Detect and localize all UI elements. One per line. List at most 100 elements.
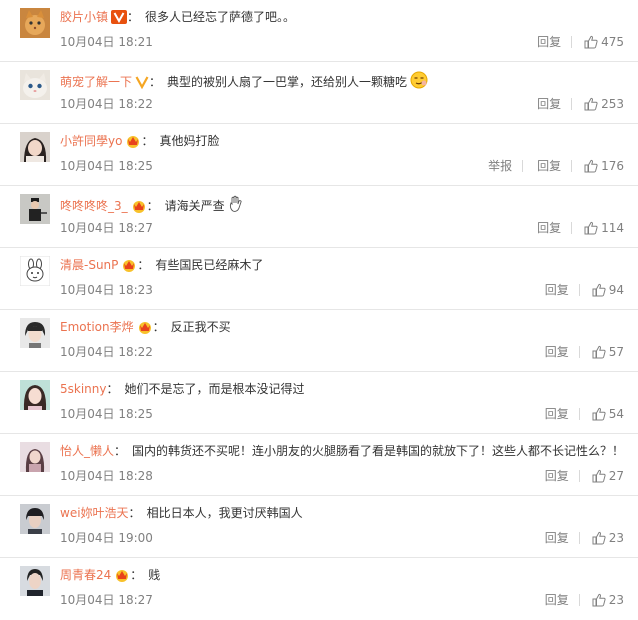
username[interactable]: Emotion李烨: [60, 320, 134, 334]
comment-text: 她们不是忘了，而是根本没记得过: [124, 382, 305, 396]
comment-text: 很多人已经忘了萨德了吧。。: [145, 10, 296, 24]
comment-text: 真他妈打脸: [159, 134, 220, 148]
thumbs-up-icon: [584, 35, 598, 49]
report-button[interactable]: 举报: [488, 158, 512, 174]
like-count: 176: [601, 159, 624, 173]
username[interactable]: 咚咚咚咚_3_: [60, 199, 128, 213]
comment-item: 萌宠了解一下：典型的被别人扇了一巴掌，还给别人一颗糖吃 10月04日 18:22…: [0, 62, 638, 124]
divider: [571, 98, 573, 110]
thumbs-up-icon: [592, 283, 606, 297]
like-button[interactable]: 23: [592, 530, 624, 546]
thumbs-up-icon: [592, 469, 606, 483]
like-button[interactable]: 94: [592, 282, 624, 298]
thumbs-up-icon: [592, 345, 606, 359]
divider: [578, 408, 580, 420]
comment-item: 周青春24：贱 10月04日 18:27 回复 23: [0, 558, 638, 620]
reply-button[interactable]: 回复: [545, 406, 569, 422]
like-count: 94: [608, 283, 624, 297]
timestamp: 10月04日 18:22: [60, 97, 153, 111]
comment-item: 小許同學yo：真他妈打脸 10月04日 18:25 举报 回复 176: [0, 124, 638, 186]
thumbs-up-icon: [584, 221, 598, 235]
reply-button[interactable]: 回复: [545, 282, 569, 298]
avatar[interactable]: [20, 566, 50, 596]
timestamp: 10月04日 18:28: [60, 469, 153, 483]
comment-item: Emotion李烨：反正我不买 10月04日 18:22 回复 57: [0, 310, 638, 372]
divider: [578, 346, 580, 358]
comment-item: wei妳叶浩天： 相比日本人，我更讨厌韩国人 10月04日 19:00 回复 23: [0, 496, 638, 558]
avatar[interactable]: [20, 256, 50, 286]
comment-text: 请海关严查: [164, 199, 225, 213]
thumbs-up-icon: [584, 159, 598, 173]
hand-emoji-icon: [228, 195, 244, 217]
crown-member-icon: [114, 568, 130, 586]
thumbs-up-icon: [584, 97, 598, 111]
reply-button[interactable]: 回复: [537, 220, 561, 236]
crown-member-icon: [125, 134, 141, 152]
timestamp: 10月04日 18:23: [60, 283, 153, 297]
like-count: 475: [601, 35, 624, 49]
verified-v-icon: [135, 75, 149, 93]
comment-text: 典型的被别人扇了一巴掌，还给别人一颗糖吃: [167, 75, 408, 89]
comment-list: 胶片小镇：很多人已经忘了萨德了吧。。 10月04日 18:21 回复 475 萌…: [0, 0, 638, 620]
comment-item: 胶片小镇：很多人已经忘了萨德了吧。。 10月04日 18:21 回复 475: [0, 0, 638, 62]
thumbs-up-icon: [592, 593, 606, 607]
username[interactable]: wei妳叶浩天: [60, 506, 129, 520]
username[interactable]: 萌宠了解一下: [60, 75, 132, 89]
like-button[interactable]: 114: [584, 220, 624, 236]
thumbs-up-icon: [592, 407, 606, 421]
like-button[interactable]: 27: [592, 468, 624, 484]
like-button[interactable]: 23: [592, 592, 624, 608]
avatar[interactable]: [20, 380, 50, 410]
comment-item: 5skinny： 她们不是忘了，而是根本没记得过 10月04日 18:25 回复 …: [0, 372, 638, 434]
comment-item: 咚咚咚咚_3_：请海关严查 10月04日 18:27 回复 114: [0, 186, 638, 248]
username[interactable]: 周青春24: [60, 568, 111, 582]
comment-text: 反正我不买: [170, 320, 231, 334]
divider: [522, 160, 524, 172]
avatar[interactable]: [20, 318, 50, 348]
reply-button[interactable]: 回复: [537, 34, 561, 50]
reply-button[interactable]: 回复: [545, 468, 569, 484]
crown-member-icon: [121, 258, 137, 276]
comment-item: 清晨-SunP：有些国民已经麻木了 10月04日 18:23 回复 94: [0, 248, 638, 310]
like-button[interactable]: 253: [584, 96, 624, 112]
like-button[interactable]: 57: [592, 344, 624, 360]
divider: [571, 160, 573, 172]
avatar[interactable]: [20, 504, 50, 534]
reply-button[interactable]: 回复: [537, 96, 561, 112]
like-count: 253: [601, 97, 624, 111]
username[interactable]: 小許同學yo: [60, 134, 122, 148]
reply-button[interactable]: 回复: [545, 530, 569, 546]
divider: [571, 222, 573, 234]
comment-item: 怡人_懒人： 国内的韩货还不买呢！连小朋友的火腿肠看了看是韩国的就放下了！这些人都…: [0, 434, 638, 496]
username[interactable]: 怡人_懒人: [60, 444, 114, 458]
username[interactable]: 5skinny: [60, 382, 106, 396]
timestamp: 10月04日 18:21: [60, 35, 153, 49]
username[interactable]: 清晨-SunP: [60, 258, 118, 272]
avatar[interactable]: [20, 132, 50, 162]
like-button[interactable]: 54: [592, 406, 624, 422]
like-button[interactable]: 475: [584, 34, 624, 50]
crown-member-icon: [137, 320, 153, 338]
like-button[interactable]: 176: [584, 158, 624, 174]
comment-text: 贱: [148, 568, 161, 582]
avatar[interactable]: [20, 70, 50, 100]
timestamp: 10月04日 18:25: [60, 159, 153, 173]
crown-member-icon: [131, 199, 147, 217]
divider: [578, 284, 580, 296]
like-count: 23: [608, 531, 624, 545]
avatar[interactable]: [20, 194, 50, 224]
avatar[interactable]: [20, 8, 50, 38]
comment-text: 有些国民已经麻木了: [155, 258, 264, 272]
like-count: 23: [608, 593, 624, 607]
timestamp: 10月04日 19:00: [60, 531, 153, 545]
avatar[interactable]: [20, 442, 50, 472]
username[interactable]: 胶片小镇: [60, 10, 108, 24]
verified-v-icon: [111, 10, 128, 28]
reply-button[interactable]: 回复: [537, 158, 561, 174]
timestamp: 10月04日 18:25: [60, 407, 153, 421]
comment-text: 相比日本人，我更讨厌韩国人: [146, 506, 303, 520]
timestamp: 10月04日 18:22: [60, 345, 153, 359]
reply-button[interactable]: 回复: [545, 592, 569, 608]
reply-button[interactable]: 回复: [545, 344, 569, 360]
divider: [571, 36, 573, 48]
